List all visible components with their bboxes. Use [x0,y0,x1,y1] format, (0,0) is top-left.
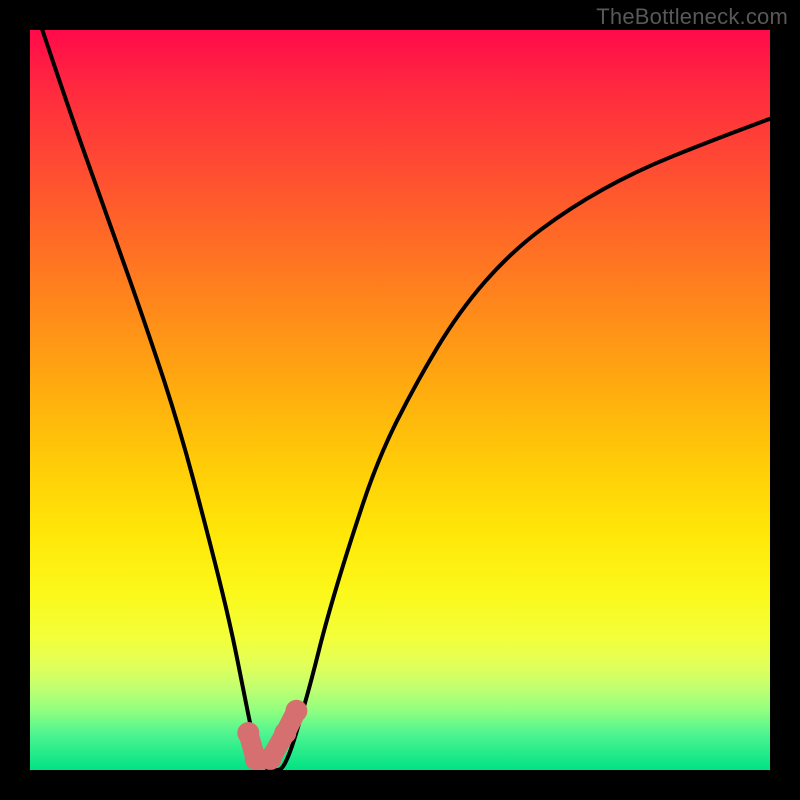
marker-dot [274,722,296,744]
marker-dot [237,722,259,744]
marker-dot [285,700,307,722]
chart-frame: TheBottleneck.com [0,0,800,800]
watermark-label: TheBottleneck.com [596,4,788,30]
bottleneck-curve [30,30,770,770]
plot-area [30,30,770,770]
marker-dot [260,748,282,770]
